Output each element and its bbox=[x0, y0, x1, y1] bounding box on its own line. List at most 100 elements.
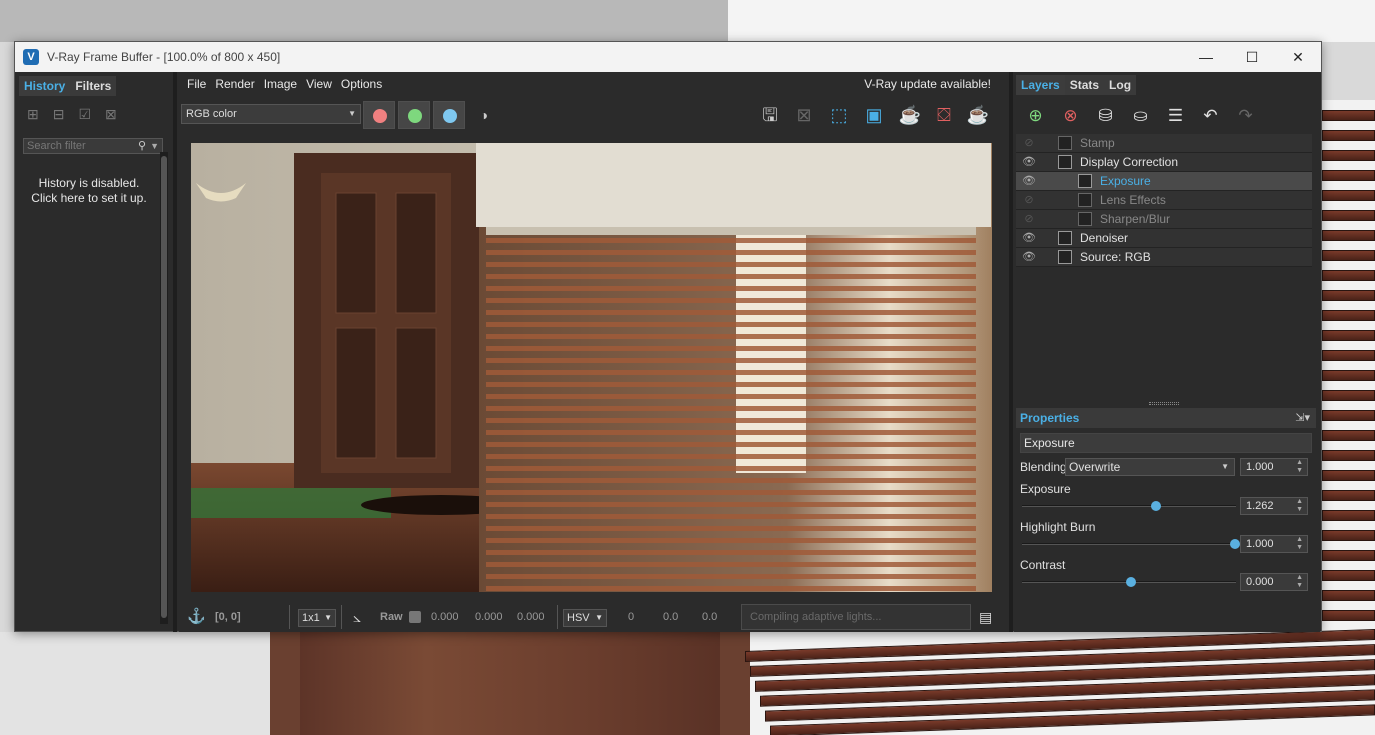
slider-track[interactable] bbox=[1022, 505, 1236, 507]
blending-amount-spinner[interactable]: 1.000 ▲ ▼ bbox=[1240, 458, 1308, 476]
eye-icon[interactable]: 👁 bbox=[1022, 153, 1036, 172]
status-bar: ⚓ [0, 0] 1x1 ▼ ⦣ Raw 0.000 0.000 0.000 HS… bbox=[179, 602, 1009, 632]
window-title: V-Ray Frame Buffer - [100.0% of 800 x 45… bbox=[47, 50, 281, 64]
layer-row[interactable]: ⊘ Stamp bbox=[1016, 134, 1312, 153]
tab-filters[interactable]: Filters bbox=[70, 76, 117, 96]
layer-row[interactable]: 👁 Source: RGB bbox=[1016, 248, 1312, 267]
render-viewport[interactable] bbox=[191, 143, 992, 592]
slider-knob[interactable] bbox=[1230, 539, 1240, 549]
layer-row[interactable]: 👁 Display Correction bbox=[1016, 153, 1312, 172]
log-toggle-icon[interactable]: ▤ bbox=[979, 602, 992, 632]
interactive-render-icon[interactable]: ☕ bbox=[897, 103, 923, 127]
vfb-window: V V-Ray Frame Buffer - [100.0% of 800 x … bbox=[14, 41, 1322, 632]
layers-panel: Layers Stats Log ⊕ ⊗ ⛁ ⛀ ☰ ↶ ↷ ⊘ Stamp 👁 Di… bbox=[1014, 72, 1320, 632]
menu-options[interactable]: Options bbox=[341, 77, 382, 91]
tab-history[interactable]: History bbox=[19, 76, 71, 96]
chevron-down-icon: ▼ bbox=[595, 613, 603, 622]
blending-label: Blending bbox=[1020, 460, 1067, 474]
curve-icon[interactable]: ⦣ bbox=[353, 602, 361, 632]
history-scrollbar[interactable] bbox=[161, 156, 167, 618]
search-filter-input[interactable]: Search filter ⚲ ▼ bbox=[23, 138, 163, 154]
add-layer-icon[interactable]: ⊕ bbox=[1018, 104, 1053, 128]
region-select-icon[interactable]: ⬚ bbox=[826, 103, 852, 127]
blending-mode-select[interactable]: Overwrite ▼ bbox=[1065, 458, 1235, 476]
menu-image[interactable]: Image bbox=[264, 77, 297, 91]
eye-icon[interactable]: 👁 bbox=[1022, 172, 1036, 191]
chevron-down-icon: ▼ bbox=[348, 109, 356, 118]
raw-b-value: 0.000 bbox=[517, 611, 545, 623]
menu-file[interactable]: File bbox=[187, 77, 206, 91]
layer-row[interactable]: 👁 Exposure bbox=[1016, 172, 1312, 191]
render-teapot-icon[interactable]: ☕ bbox=[965, 103, 991, 127]
save-history-icon[interactable]: ⊞ bbox=[27, 106, 39, 123]
delete-layer-icon[interactable]: ⊗ bbox=[1053, 104, 1088, 128]
panel-splitter[interactable] bbox=[1149, 402, 1179, 405]
image-toolbar: RGB color ▼ ◑ 🖫 ⊠ ⬚ ▣ ☕ ⛋ ☕ bbox=[179, 99, 1009, 131]
load-layers-icon[interactable]: ⛀ bbox=[1123, 104, 1158, 128]
tab-stats[interactable]: Stats bbox=[1064, 75, 1105, 95]
chevron-down-icon[interactable]: ▼ bbox=[150, 139, 159, 153]
color-mode-select[interactable]: HSV ▼ bbox=[563, 609, 607, 627]
left-splitter[interactable] bbox=[173, 72, 177, 632]
image-area: File Render Image View Options V-Ray upd… bbox=[179, 72, 1009, 632]
sampling-select[interactable]: 1x1 ▼ bbox=[298, 609, 336, 627]
blue-channel-button[interactable] bbox=[433, 101, 465, 129]
maximize-button[interactable]: ☐ bbox=[1229, 42, 1275, 72]
update-notice-link[interactable]: V-Ray update available! bbox=[864, 72, 991, 96]
search-icon[interactable]: ⚲ bbox=[138, 139, 146, 153]
alpha-channel-icon[interactable]: ◑ bbox=[471, 103, 497, 127]
save-image-icon[interactable]: 🖫 bbox=[757, 103, 783, 127]
save-layers-icon[interactable]: ⛁ bbox=[1088, 104, 1123, 128]
history-toolbar: ⊞ ⊟ ☑ ⊠ bbox=[27, 106, 117, 123]
eye-icon[interactable]: 👁 bbox=[1022, 229, 1036, 248]
tab-layers[interactable]: Layers bbox=[1016, 75, 1065, 95]
layer-row[interactable]: 👁 Denoiser bbox=[1016, 229, 1312, 248]
layer-name: Sharpen/Blur bbox=[1100, 212, 1171, 226]
eye-off-icon[interactable]: ⊘ bbox=[1022, 191, 1036, 210]
eye-icon[interactable]: 👁 bbox=[1022, 248, 1036, 267]
properties-panel: Properties ⇲▾ Exposure Blending Overwrit… bbox=[1016, 408, 1316, 594]
pin-icon[interactable]: ⚓ bbox=[187, 602, 206, 632]
red-channel-button[interactable] bbox=[363, 101, 395, 129]
layer-list-icon[interactable]: ☰ bbox=[1158, 104, 1193, 128]
blending-row: Blending Overwrite ▼ 1.000 ▲ ▼ bbox=[1016, 458, 1316, 480]
title-bar: V V-Ray Frame Buffer - [100.0% of 800 x … bbox=[15, 42, 1321, 72]
redo-icon[interactable]: ↷ bbox=[1228, 104, 1263, 128]
minimize-button[interactable]: — bbox=[1183, 42, 1229, 72]
track-mouse-icon[interactable]: ▣ bbox=[861, 103, 887, 127]
slider-track[interactable] bbox=[1022, 543, 1236, 545]
close-button[interactable]: ✕ bbox=[1275, 42, 1321, 72]
slider-knob[interactable] bbox=[1150, 501, 1161, 511]
layer-row[interactable]: ⊘ Sharpen/Blur bbox=[1016, 210, 1312, 229]
layer-name: Denoiser bbox=[1080, 231, 1129, 245]
properties-menu-icon[interactable]: ⇲▾ bbox=[1295, 408, 1310, 428]
layer-row[interactable]: ⊘ Lens Effects bbox=[1016, 191, 1312, 210]
menu-render[interactable]: Render bbox=[215, 77, 254, 91]
channel-select[interactable]: RGB color ▼ bbox=[181, 104, 361, 124]
slider-value-spinner[interactable]: 1.000 ▲ ▼ bbox=[1240, 535, 1308, 553]
layer-name: Stamp bbox=[1080, 136, 1115, 150]
right-splitter[interactable] bbox=[1009, 72, 1013, 632]
menu-view[interactable]: View bbox=[306, 77, 332, 91]
eye-off-icon[interactable]: ⊘ bbox=[1022, 210, 1036, 229]
undo-icon[interactable]: ↶ bbox=[1193, 104, 1228, 128]
layer-name-field[interactable]: Exposure bbox=[1020, 433, 1312, 453]
eye-off-icon[interactable]: ⊘ bbox=[1022, 134, 1036, 153]
remove-history-icon[interactable]: ⊠ bbox=[105, 106, 117, 123]
red-dot-icon bbox=[373, 109, 387, 123]
layer-name: Exposure bbox=[1100, 174, 1151, 188]
tab-log[interactable]: Log bbox=[1104, 75, 1137, 95]
history-disabled-message[interactable]: History is disabled. Click here to set i… bbox=[19, 176, 159, 206]
left-tabs: History Filters bbox=[19, 76, 169, 96]
raw-r-value: 0.000 bbox=[431, 611, 459, 623]
green-channel-button[interactable] bbox=[398, 101, 430, 129]
compare-ab-icon[interactable]: ⊟ bbox=[53, 106, 65, 123]
load-history-icon[interactable]: ☑ bbox=[78, 106, 91, 123]
slider-value-spinner[interactable]: 1.262 ▲ ▼ bbox=[1240, 497, 1308, 515]
raw-checkbox[interactable] bbox=[409, 611, 421, 623]
layer-name: Display Correction bbox=[1080, 155, 1179, 169]
slider-value-spinner[interactable]: 0.000 ▲ ▼ bbox=[1240, 573, 1308, 591]
slider-knob[interactable] bbox=[1126, 577, 1136, 587]
clear-image-icon[interactable]: ⊠ bbox=[791, 103, 817, 127]
stop-render-icon[interactable]: ⛋ bbox=[931, 103, 957, 127]
